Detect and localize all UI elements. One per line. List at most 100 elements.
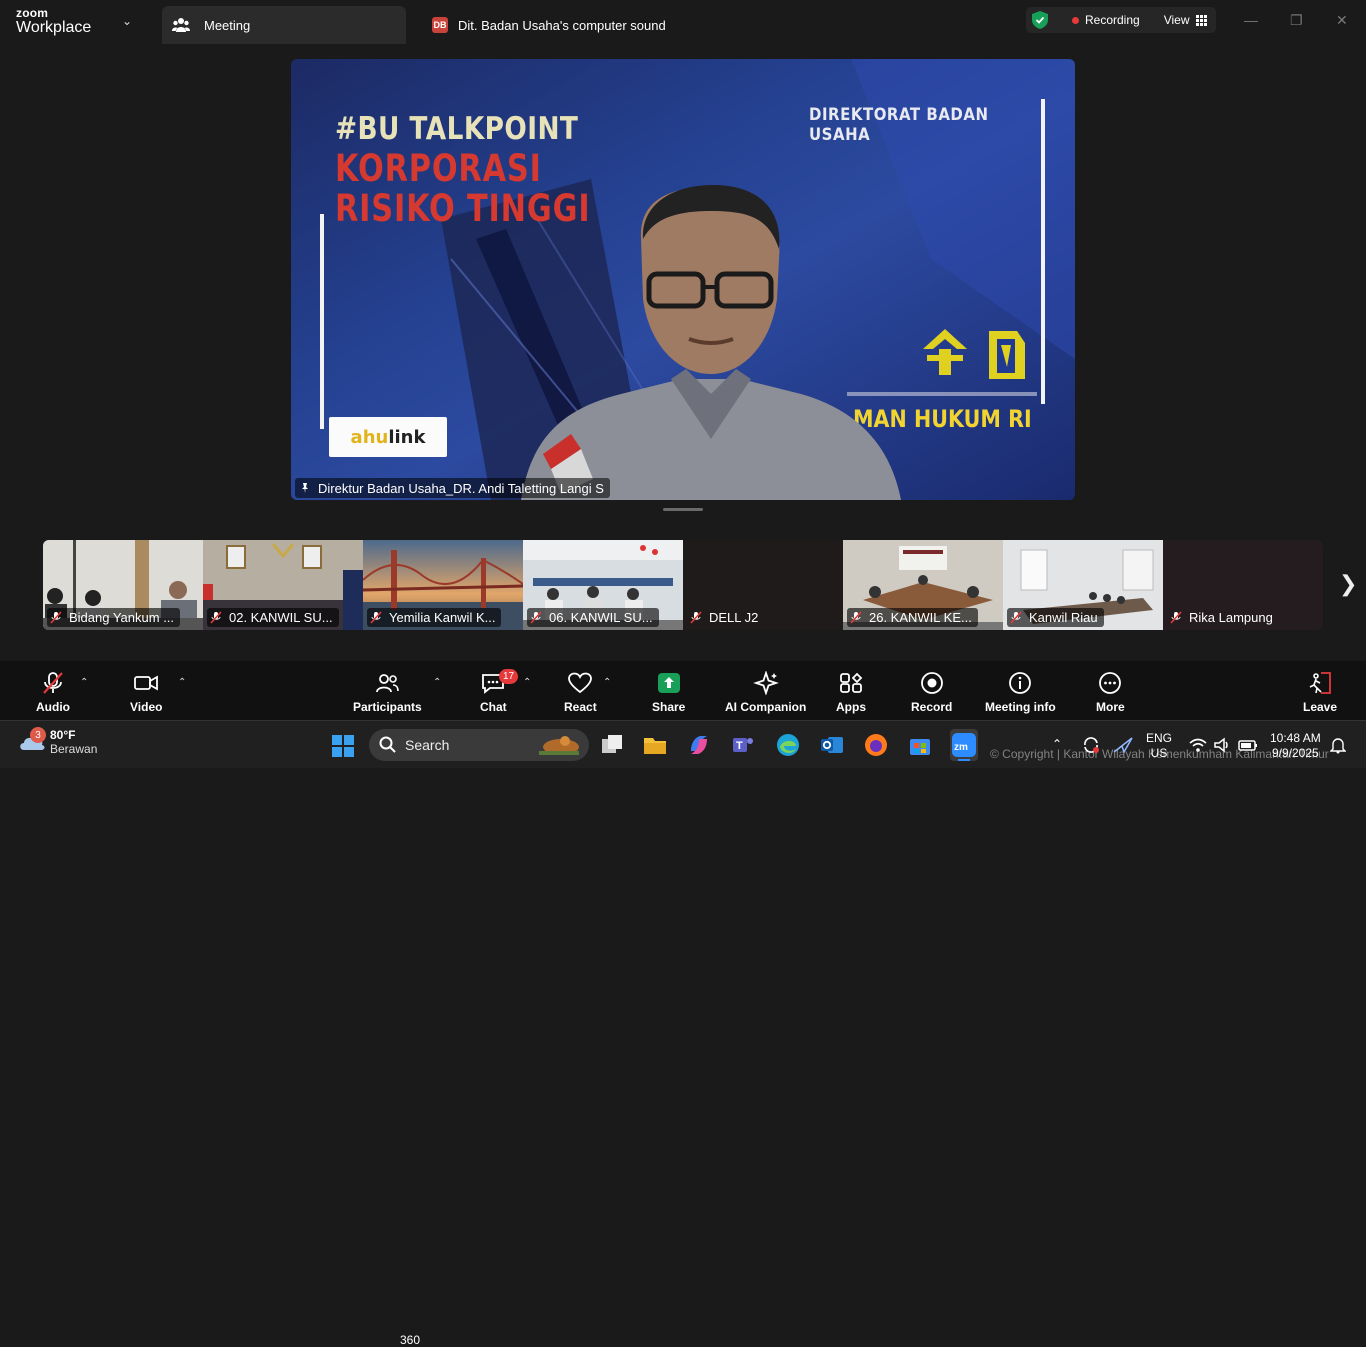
share-button[interactable]: Share	[652, 671, 685, 714]
mic-muted-icon	[370, 611, 382, 624]
mic-muted-icon	[1170, 611, 1182, 624]
mic-muted-icon	[43, 672, 63, 694]
copilot-icon[interactable]	[687, 733, 711, 757]
recording-label[interactable]: Recording	[1085, 13, 1140, 27]
notification-bell-icon[interactable]	[1329, 736, 1347, 754]
active-speaker-video[interactable]: #BU TALKPOINT KORPORASI RISIKO TINGGI DI…	[291, 59, 1075, 500]
react-options-caret-icon[interactable]: ⌃	[603, 677, 611, 688]
video-camera-icon	[134, 675, 159, 691]
audio-button[interactable]: Audio	[36, 671, 70, 714]
slide-divider-left	[320, 214, 324, 429]
leave-door-icon	[1309, 672, 1331, 694]
meeting-info-button[interactable]: Meeting info	[985, 671, 1056, 714]
ai-companion-button[interactable]: AI Companion	[725, 671, 806, 714]
clock-date: 9/9/2025	[1271, 746, 1319, 760]
edge-browser-icon[interactable]	[776, 733, 800, 757]
participant-name: DELL J2	[709, 610, 759, 625]
db-avatar-badge: DB	[432, 17, 448, 33]
mic-muted-icon	[1010, 611, 1022, 624]
grid-view-icon[interactable]	[1195, 14, 1207, 26]
zoom-taskbar-icon[interactable]: zm	[950, 729, 978, 761]
input-language-indicator[interactable]: ENG US	[1146, 731, 1172, 761]
outlook-icon[interactable]	[820, 733, 844, 757]
react-label: React	[564, 700, 597, 714]
record-icon	[920, 672, 943, 694]
audio-options-caret-icon[interactable]: ⌃	[80, 677, 88, 688]
firefox-icon[interactable]	[864, 733, 888, 757]
meeting-toolbar: Audio ⌃ Video ⌃ Participants 360 ⌃ Chat …	[0, 661, 1366, 1347]
chevron-down-icon[interactable]: ⌄	[122, 14, 132, 28]
clock-time: 10:48 AM	[1270, 731, 1321, 745]
recording-dot-icon	[1072, 16, 1079, 24]
participant-name-label: Bidang Yankum ...	[47, 608, 181, 627]
zoom-brand[interactable]: zoom Workplace	[16, 7, 91, 37]
mic-muted-icon	[50, 611, 62, 624]
heart-icon	[568, 672, 593, 694]
battery-icon[interactable]	[1238, 736, 1258, 754]
logo-link-text: link	[388, 426, 426, 448]
share-label: Share	[652, 700, 686, 714]
leave-button[interactable]: Leave	[1303, 671, 1337, 714]
wifi-icon[interactable]	[1188, 736, 1208, 754]
shield-check-icon[interactable]	[1032, 11, 1048, 29]
close-icon[interactable]: ✕	[1336, 12, 1348, 29]
participant-name-label: DELL J2	[687, 608, 764, 627]
participant-tile[interactable]: Rika Lampung	[1163, 540, 1323, 630]
sync-icon[interactable]	[1082, 736, 1100, 754]
participant-tile[interactable]: 06. KANWIL SU...	[523, 540, 683, 630]
video-button[interactable]: Video	[130, 671, 162, 714]
more-label: More	[1096, 700, 1125, 714]
participant-name-label: Rika Lampung	[1167, 608, 1279, 627]
participant-tile[interactable]: Bidang Yankum ...	[43, 540, 203, 630]
windows-start-icon[interactable]	[331, 734, 355, 758]
file-explorer-icon[interactable]	[643, 733, 667, 757]
search-icon	[379, 736, 396, 753]
gallery-next-icon[interactable]: ❯	[1339, 571, 1357, 597]
participants-options-caret-icon[interactable]: ⌃	[433, 677, 441, 688]
taskbar-search-input[interactable]: Search	[369, 729, 589, 761]
weather-alert-badge: 3	[30, 727, 46, 743]
tab-meeting-label: Meeting	[204, 17, 251, 33]
participant-name-label: Kanwil Riau	[1007, 608, 1104, 627]
participant-name: Bidang Yankum ...	[69, 610, 175, 625]
participants-button[interactable]: Participants	[353, 671, 422, 714]
participant-count: 360	[400, 1333, 421, 1347]
participant-tile[interactable]: DELL J2	[683, 540, 843, 630]
participant-name: Yemilia Kanwil K...	[389, 610, 496, 625]
participant-tile[interactable]: Yemilia Kanwil K...	[363, 540, 523, 630]
search-highlight-icon	[539, 736, 579, 755]
store-icon[interactable]	[908, 733, 932, 757]
teams-icon[interactable]: T	[731, 733, 755, 757]
participant-tile[interactable]: 26. KANWIL KE...	[843, 540, 1003, 630]
apps-button[interactable]: Apps	[836, 671, 866, 714]
volume-icon[interactable]	[1213, 736, 1231, 754]
record-button[interactable]: Record	[911, 671, 952, 714]
minimize-icon[interactable]: —	[1244, 12, 1258, 28]
clock[interactable]: 10:48 AM 9/9/2025	[1270, 731, 1321, 761]
task-view-icon[interactable]	[600, 733, 624, 757]
participant-tile[interactable]: 02. KANWIL SU...	[203, 540, 363, 630]
brand-zoom-text: zoom	[16, 6, 49, 20]
react-button[interactable]: React	[564, 671, 597, 714]
weather-description: Berawan	[50, 742, 98, 756]
mic-muted-icon	[690, 611, 702, 624]
participants-label: Participants	[353, 700, 422, 714]
chat-label: Chat	[480, 700, 507, 714]
mic-muted-icon	[210, 611, 222, 624]
more-button[interactable]: More	[1096, 671, 1125, 714]
logo-ahu-text: ahu	[350, 426, 389, 448]
participant-tile[interactable]: Kanwil Riau	[1003, 540, 1163, 630]
chat-options-caret-icon[interactable]: ⌃	[523, 677, 531, 688]
tab-computer-sound[interactable]: DB Dit. Badan Usaha's computer sound	[418, 6, 718, 44]
info-icon	[1009, 672, 1032, 694]
location-send-icon[interactable]	[1112, 736, 1134, 754]
view-button[interactable]: View	[1164, 13, 1190, 27]
tab-meeting[interactable]: Meeting	[162, 6, 406, 44]
weather-widget[interactable]: 3 80°F Berawan	[18, 727, 98, 756]
video-options-caret-icon[interactable]: ⌃	[178, 677, 186, 688]
svg-text:zm: zm	[954, 742, 968, 753]
maximize-icon[interactable]: ❐	[1290, 12, 1303, 29]
leave-label: Leave	[1303, 700, 1338, 714]
resize-handle[interactable]	[663, 508, 703, 511]
tray-overflow-chevron-icon[interactable]: ⌃	[1052, 737, 1066, 751]
